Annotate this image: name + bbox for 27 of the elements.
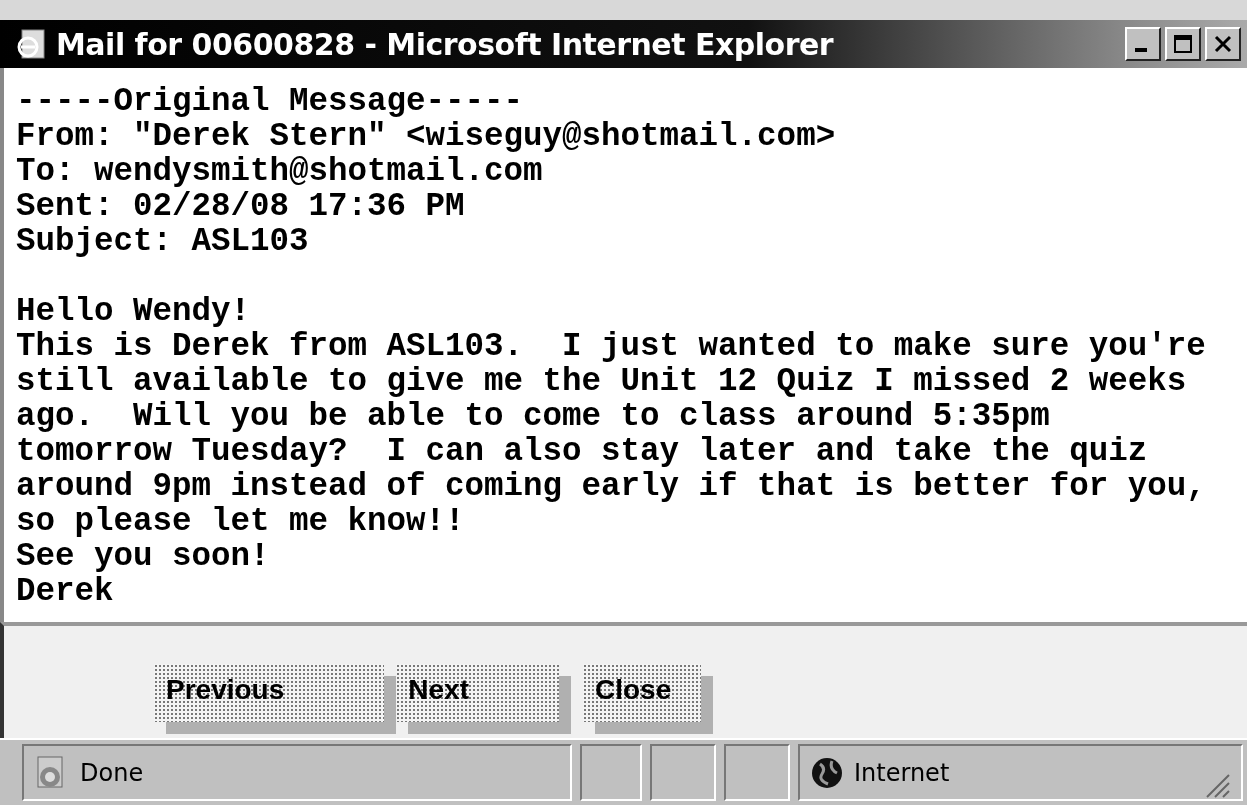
message-line: This is Derek from ASL103. I just wanted to make sure you're xyxy=(16,329,1206,364)
minimize-button[interactable] xyxy=(1125,27,1161,61)
minimize-icon xyxy=(1135,48,1147,52)
message-line: ago. Will you be able to come to class around 5:35pm xyxy=(16,399,1050,434)
header-line: Subject: ASL103 xyxy=(16,224,309,259)
message-line: Hello Wendy! xyxy=(16,294,251,329)
message-line: still available to give me the Unit 12 Quiz I missed 2 weeks xyxy=(16,364,1187,399)
message-line: so please let me know!! xyxy=(16,504,465,539)
status-text: Done xyxy=(80,757,144,789)
message-line: around 9pm instead of coming early if that is better for you, xyxy=(16,469,1206,504)
message-line: tomorrow Tuesday? I can also stay later and take the quiz xyxy=(16,434,1148,469)
message-line: Derek xyxy=(16,574,114,609)
maximize-button[interactable] xyxy=(1165,27,1201,61)
close-button[interactable] xyxy=(1205,27,1241,61)
header-line: -----Original Message----- xyxy=(16,84,524,119)
status-panel xyxy=(650,744,716,801)
header-line: To: wendysmith@shotmail.com xyxy=(16,154,543,189)
status-panel xyxy=(580,744,642,801)
window-title: Mail for 00600828 - Microsoft Internet Explorer xyxy=(56,25,834,64)
header-line: From: "Derek Stern" <wiseguy@shotmail.com> xyxy=(16,119,836,154)
close-icon xyxy=(1213,34,1233,54)
header-line: Sent: 02/28/08 17:36 PM xyxy=(16,189,465,224)
maximize-icon xyxy=(1173,34,1193,54)
zone-text: Internet xyxy=(854,757,950,789)
globe-icon xyxy=(810,755,844,790)
message-line: See you soon! xyxy=(16,539,270,574)
status-panel xyxy=(724,744,790,801)
